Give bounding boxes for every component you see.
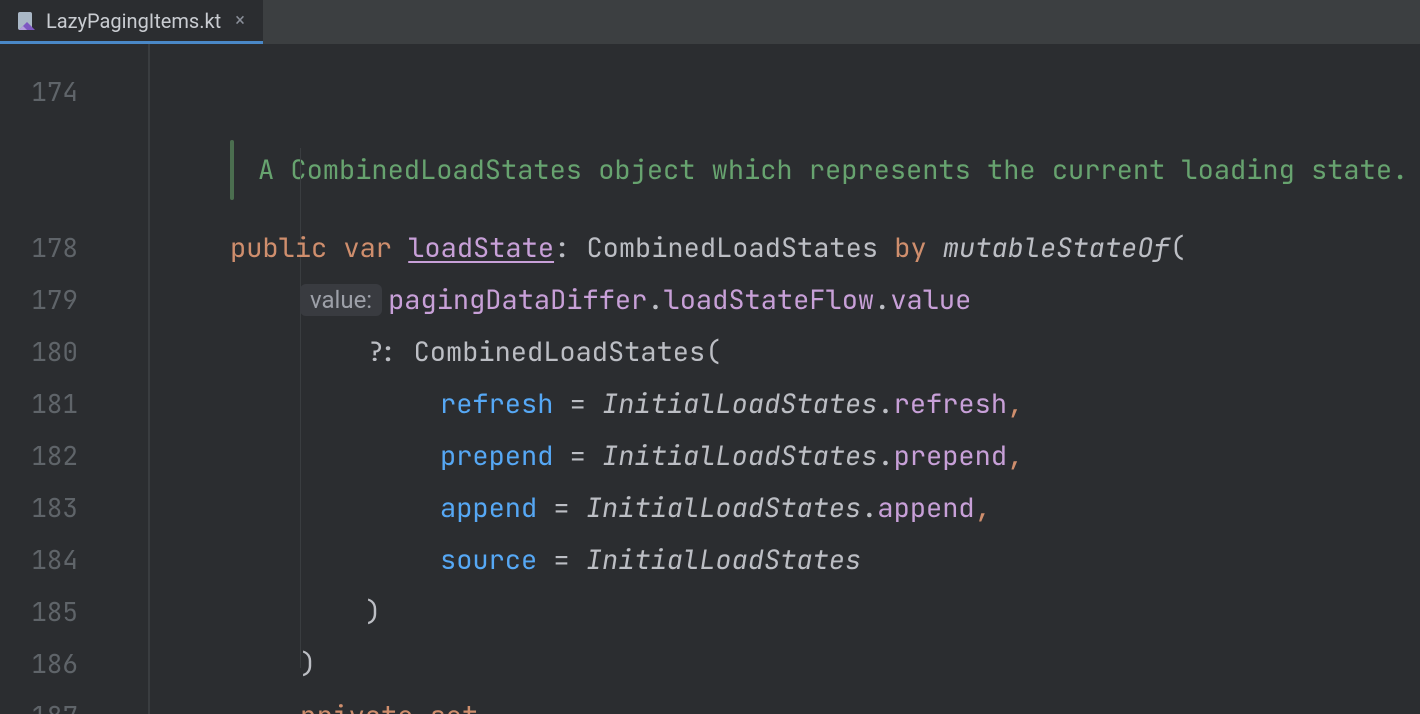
editor-tab[interactable]: LazyPagingItems.kt ×: [0, 0, 263, 44]
code-line: public var loadState : CombinedLoadState…: [150, 222, 1420, 274]
keyword-by: by: [894, 230, 926, 266]
doc-text: A CombinedLoadStates object which repres…: [258, 152, 1408, 188]
equals: =: [553, 386, 602, 422]
keyword-public: public: [230, 230, 327, 266]
line-number: 181: [0, 378, 148, 430]
line-number: 180: [0, 326, 148, 378]
line-number: 179: [0, 274, 148, 326]
inlay-hint-value: value:: [300, 284, 382, 316]
ref-InitialLoadStates: InitialLoadStates: [586, 490, 861, 526]
dot: .: [861, 490, 877, 526]
line-number-gutter: 174 178 179 180 181 182 183 184 185 186 …: [0, 44, 150, 714]
kotlin-file-icon: [16, 11, 36, 31]
member-append: append: [877, 490, 974, 526]
comma: ,: [975, 490, 991, 526]
arg-prepend: prepend: [440, 438, 553, 474]
equals: =: [553, 438, 602, 474]
close-icon[interactable]: ×: [231, 10, 249, 32]
dot: .: [877, 386, 893, 422]
doc-suffix: object which represents the current load…: [582, 152, 1408, 188]
code-line: [150, 66, 1420, 118]
ref-loadStateFlow: loadStateFlow: [664, 282, 875, 318]
member-refresh: refresh: [894, 386, 1007, 422]
code-line: value: pagingDataDiffer . loadStateFlow …: [150, 274, 1420, 326]
keyword-var: var: [343, 230, 392, 266]
lparen: (: [705, 334, 721, 370]
line-number: 184: [0, 534, 148, 586]
keyword-private: private: [300, 698, 413, 714]
equals: =: [537, 542, 586, 578]
fn-mutableStateOf: mutableStateOf: [943, 230, 1170, 266]
code-editor[interactable]: 174 178 179 180 181 182 183 184 185 186 …: [0, 44, 1420, 714]
line-number: 174: [0, 66, 148, 118]
code-line: private set: [150, 690, 1420, 714]
line-number: 182: [0, 430, 148, 482]
arg-append: append: [440, 490, 537, 526]
ref-InitialLoadStates: InitialLoadStates: [602, 438, 877, 474]
ref-InitialLoadStates: InitialLoadStates: [586, 542, 861, 578]
tab-filename: LazyPagingItems.kt: [46, 9, 221, 33]
equals: =: [537, 490, 586, 526]
line-number: 178: [0, 222, 148, 274]
rparen: ): [365, 594, 381, 630]
tab-bar: LazyPagingItems.kt ×: [0, 0, 1420, 44]
code-line: prepend = InitialLoadStates . prepend ,: [150, 430, 1420, 482]
line-number: 187: [0, 690, 148, 714]
ref-pagingDataDiffer: pagingDataDiffer: [388, 282, 647, 318]
rparen: ): [300, 646, 316, 682]
doc-prefix: A: [258, 152, 290, 188]
lparen: (: [1170, 230, 1186, 266]
code-line: ): [150, 586, 1420, 638]
code-line: ): [150, 638, 1420, 690]
comma: ,: [1007, 438, 1023, 474]
ref-value: value: [890, 282, 971, 318]
doc-gutter-bar: [230, 140, 234, 200]
doc-comment: A CombinedLoadStates object which repres…: [150, 118, 1420, 222]
arg-refresh: refresh: [440, 386, 553, 422]
ctor-CombinedLoadStates: CombinedLoadStates: [414, 334, 706, 370]
code-content[interactable]: A CombinedLoadStates object which repres…: [150, 44, 1420, 714]
line-number: 186: [0, 638, 148, 690]
identifier-loadState: loadState: [408, 230, 554, 266]
code-line: refresh = InitialLoadStates . refresh ,: [150, 378, 1420, 430]
line-number: 185: [0, 586, 148, 638]
dot: .: [874, 282, 890, 318]
dot: .: [877, 438, 893, 474]
code-line: source = InitialLoadStates: [150, 534, 1420, 586]
member-prepend: prepend: [894, 438, 1007, 474]
code-line: append = InitialLoadStates . append ,: [150, 482, 1420, 534]
dot: .: [647, 282, 663, 318]
comma: ,: [1007, 386, 1023, 422]
doc-code-ref: CombinedLoadStates: [290, 152, 582, 188]
line-number: 183: [0, 482, 148, 534]
ref-InitialLoadStates: InitialLoadStates: [602, 386, 877, 422]
code-line: ?: CombinedLoadStates (: [150, 326, 1420, 378]
colon: :: [554, 230, 570, 266]
arg-source: source: [440, 542, 537, 578]
keyword-set: set: [430, 698, 479, 714]
type-CombinedLoadStates: CombinedLoadStates: [586, 230, 878, 266]
elvis-op: ?:: [365, 334, 397, 370]
